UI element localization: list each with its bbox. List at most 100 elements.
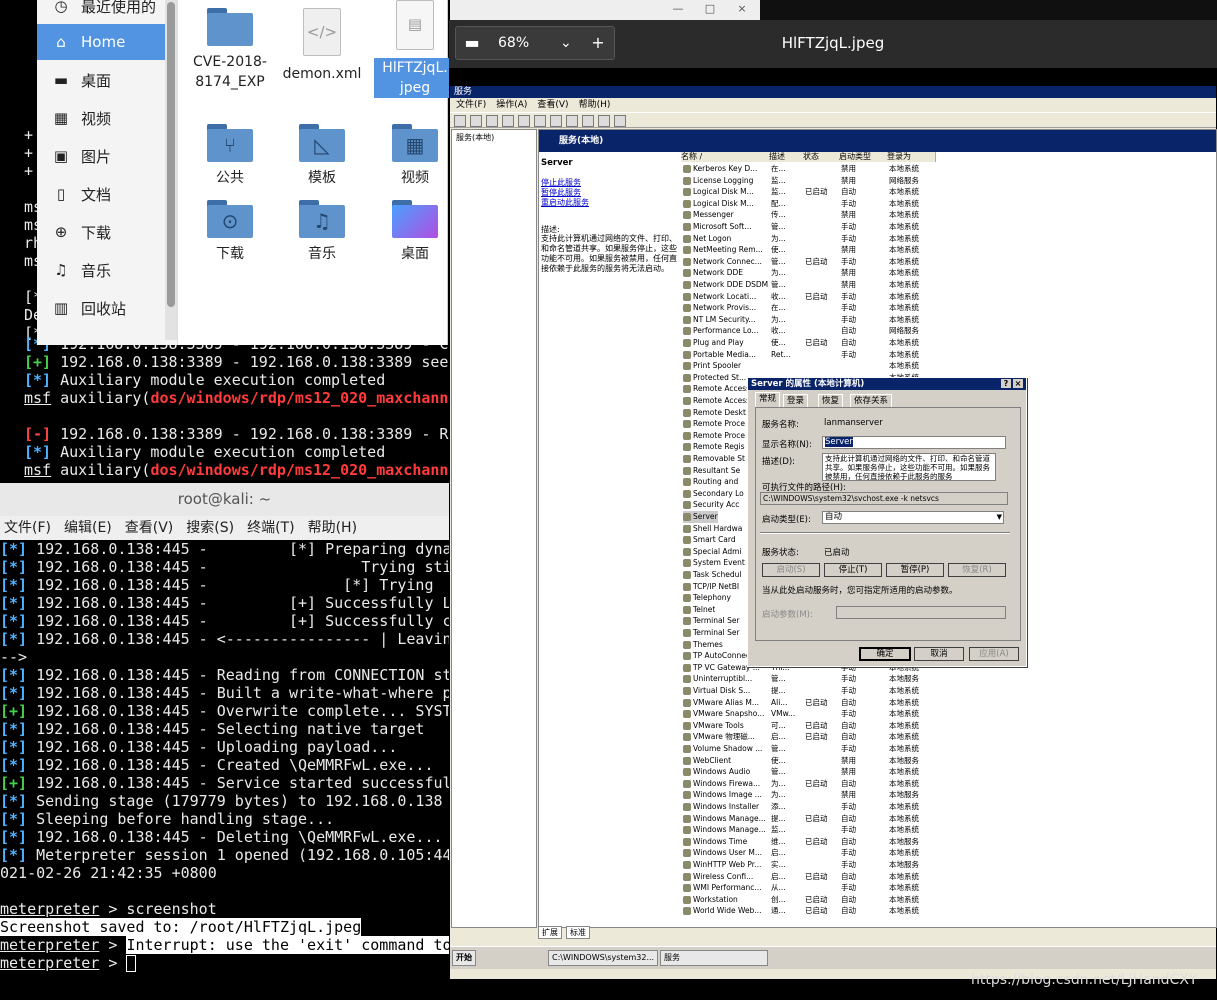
service-row[interactable]: Windows Manage... 提... 已启动 自动 本地系统 [683,813,938,825]
start-button[interactable]: 开始 [452,950,476,966]
apply-button[interactable]: 应用(A) [969,647,1019,661]
service-row[interactable]: Network Provis... 在... 手动 本地系统 [683,302,938,314]
sidebar-item[interactable]: ▣ 图片 [37,138,177,174]
service-row[interactable]: WMI Performanc... 从... 手动 本地系统 [683,882,938,894]
service-row[interactable]: Windows Time 维... 已启动 自动 本地服务 [683,836,938,848]
column-header[interactable]: 描述 [769,152,804,162]
menu-item[interactable]: 终端(T) [247,516,294,540]
service-row[interactable]: Volume Shadow ... 管... 手动 本地系统 [683,743,938,755]
service-row[interactable]: Uninterruptibl... 管... 手动 本地服务 [683,673,938,685]
close-icon[interactable]: × [734,2,750,16]
service-row[interactable]: VMware 物理磁... 启... 已启动 自动 本地系统 [683,731,938,743]
menu-item[interactable]: 操作(A) [496,100,527,110]
start-params-field[interactable] [836,606,1006,619]
chevron-down-icon[interactable]: ⌄ [560,27,572,59]
dialog-tab[interactable]: 登录 [783,394,809,407]
file-item[interactable]: CVE-2018- 8174_EXP [189,8,271,92]
menu-item[interactable]: 帮助(H) [308,516,357,540]
taskbar-item[interactable]: C:\WINDOWS\system32... [548,950,658,966]
tree-item[interactable]: 服务(本地) [456,132,532,143]
chevron-down-icon[interactable]: ▼ [997,512,1002,523]
maximize-icon[interactable]: □ [702,2,718,16]
view-tab[interactable]: 扩展 [538,926,562,939]
file-item[interactable]: </> demon.xml [281,8,363,84]
file-item[interactable]: ◺ 模板 [281,124,363,188]
scrollbar-thumb[interactable] [167,2,175,307]
forward-icon[interactable] [470,115,482,127]
service-row[interactable]: VMware Snapsho... VMw... 手动 本地系统 [683,708,938,720]
service-row[interactable]: Performance Lo... 收... 自动 网络服务 [683,325,938,337]
sidebar-item[interactable]: ⊕ 下载 [37,214,177,250]
file-item[interactable]: ▤ HlFTZjqL. jpeg [374,0,456,98]
close-icon[interactable]: × [1013,379,1023,388]
service-row[interactable]: Kerberos Key D... 在... 禁用 本地系统 [683,163,938,175]
sidebar-item[interactable]: ⌂ Home [37,24,177,60]
file-item[interactable]: ▦ 视频 [374,124,456,188]
service-row[interactable]: Network DDE 为... 禁用 本地系统 [683,267,938,279]
description-field[interactable]: 支持此计算机通过网络的文件、打印、和命名管道共享。如果服务停止，这些功能不可用。… [822,453,996,481]
service-row[interactable]: Windows User M... 启... 手动 本地系统 [683,847,938,859]
cancel-button[interactable]: 取消 [914,647,964,661]
menu-item[interactable]: 查看(V) [537,100,568,110]
menu-item[interactable]: 查看(V) [125,516,174,540]
service-row[interactable]: Windows Manage... 监... 手动 本地系统 [683,824,938,836]
display-name-field[interactable]: Server [822,436,1006,449]
service-row[interactable]: Network DDE DSDM 管... 禁用 本地系统 [683,279,938,291]
view-icon[interactable] [486,115,498,127]
service-row[interactable]: Logical Disk M... 配... 手动 本地系统 [683,198,938,210]
export-icon[interactable] [534,115,546,127]
service-row[interactable]: Portable Media... Ret... 手动 本地系统 [683,349,938,361]
service-row[interactable]: Windows Installer 添... 手动 本地系统 [683,801,938,813]
zoom-in-button[interactable]: + [584,27,612,59]
service-row[interactable]: Workstation 创... 已启动 自动 本地系统 [683,894,938,906]
sidebar-scrollbar[interactable] [165,0,177,340]
service-row[interactable]: VMware Alias M... Ali... 已启动 自动 本地系统 [683,697,938,709]
service-row[interactable]: NetMeeting Rem... 使... 禁用 本地系统 [683,244,938,256]
sidebar-item[interactable]: ▥ 回收站 [37,290,177,326]
service-row[interactable]: NT LM Security... 为... 手动 本地系统 [683,314,938,326]
sidebar-item[interactable]: ▦ 视频 [37,100,177,136]
service-row[interactable]: Windows Image ... 为... 禁用 本地服务 [683,789,938,801]
menu-item[interactable]: 帮助(H) [579,100,611,110]
view-icon[interactable] [502,115,514,127]
start-button[interactable]: 启动(S) [762,563,820,577]
service-row[interactable]: WinHTTP Web Pr... 实... 手动 本地服务 [683,859,938,871]
minimize-icon[interactable]: — [670,2,686,16]
dialog-tab[interactable]: 常规 [755,392,781,407]
stop-icon[interactable] [582,115,594,127]
file-item[interactable]: ♫ 音乐 [281,200,363,264]
service-row[interactable]: Messenger 传... 禁用 本地系统 [683,209,938,221]
file-item[interactable]: ⊙ 下载 [189,200,271,264]
sidebar-item[interactable]: ♫ 音乐 [37,252,177,288]
service-action-link[interactable]: 停止此服务 [541,178,589,188]
terminal-output[interactable]: [*] 192.168.0.138:445 - [*] Preparing dy… [0,540,449,1000]
play-icon[interactable] [566,115,578,127]
refresh-icon[interactable] [518,115,530,127]
column-header[interactable]: 状态 [803,152,840,162]
service-row[interactable]: Network Locati... 收... 已启动 手动 本地系统 [683,291,938,303]
ok-button[interactable]: 确定 [859,647,911,661]
back-icon[interactable] [454,115,466,127]
service-row[interactable]: License Logging 监... 禁用 网络服务 [683,175,938,187]
service-row[interactable]: World Wide Web... 通... 已启动 自动 本地系统 [683,905,938,917]
service-row[interactable]: Windows Firewa... 为... 已启动 自动 本地系统 [683,778,938,790]
taskbar-item[interactable]: 服务 [660,950,768,966]
sidebar-item[interactable]: ◷ 最近使用的 [37,0,177,24]
service-row[interactable]: Virtual Disk S... 提... 手动 本地系统 [683,685,938,697]
service-row[interactable]: VMware Tools 可... 已启动 自动 本地系统 [683,720,938,732]
dialog-tab[interactable]: 恢复 [818,394,844,407]
help-icon[interactable]: ? [1001,379,1011,388]
restart-icon[interactable] [614,115,626,127]
service-row[interactable]: Wireless Confi... 启... 已启动 自动 本地系统 [683,871,938,883]
column-header[interactable]: 启动类型 [839,152,888,162]
menu-item[interactable]: 搜索(S) [186,516,234,540]
pause-button[interactable]: 暂停(P) [886,563,944,577]
sidebar-item[interactable]: ▯ 文档 [37,176,177,212]
pause-icon[interactable] [598,115,610,127]
service-row[interactable]: Print Spooler 本地系统 [683,360,938,372]
stop-button[interactable]: 停止(T) [824,563,882,577]
column-header[interactable]: 名称 / [681,152,770,162]
service-row[interactable]: Logical Disk M... 监... 已启动 自动 本地系统 [683,186,938,198]
file-item[interactable]: ⑂ 公共 [189,124,271,188]
service-row[interactable]: Windows Audio 管... 禁用 本地系统 [683,766,938,778]
